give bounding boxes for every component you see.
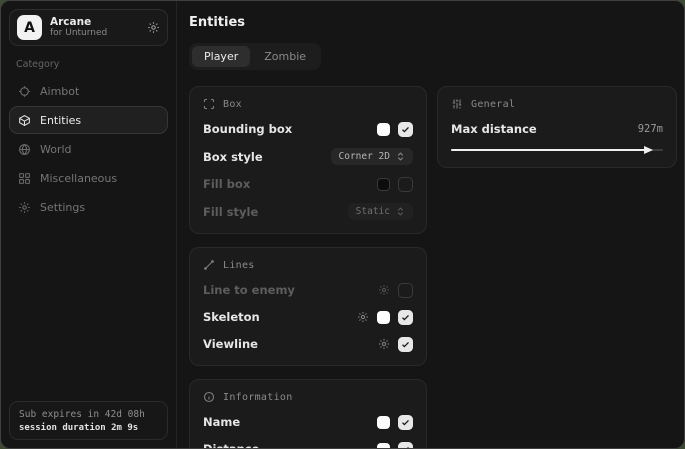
sidebar-item-label: Entities [40, 114, 81, 127]
sidebar-item-aimbot[interactable]: Aimbot [9, 77, 168, 105]
color-swatch[interactable] [377, 123, 390, 136]
gear-icon[interactable] [378, 338, 390, 350]
subscription-card: Sub expires in 42d 08h session duration … [9, 401, 168, 440]
line-to-enemy-checkbox[interactable] [398, 283, 413, 298]
section-title-lines: Lines [223, 260, 255, 271]
viewline-checkbox[interactable] [398, 337, 413, 352]
box-section-card: Box Bounding box Box style [189, 86, 427, 234]
max-distance-value: 927m [638, 123, 663, 135]
app-name: Arcane [50, 16, 139, 28]
fill-box-checkbox[interactable] [398, 177, 413, 192]
row-box-style: Box style Corner 2D [203, 148, 413, 165]
app-header-card: A Arcane for Unturned [9, 9, 168, 46]
box-style-dropdown[interactable]: Corner 2D [331, 148, 413, 165]
sidebar-item-label: Miscellaneous [40, 172, 117, 185]
lines-section-card: Lines Line to enemy Skeleton [189, 247, 427, 366]
sidebar-item-label: World [40, 143, 72, 156]
app-subtitle: for Unturned [50, 28, 139, 38]
bounding-box-checkbox[interactable] [398, 122, 413, 137]
sidebar-item-world[interactable]: World [9, 135, 168, 163]
info-icon [203, 391, 215, 403]
chevron-up-down-icon [396, 207, 405, 216]
session-duration-text: session duration 2m 9s [19, 423, 158, 433]
color-swatch[interactable] [377, 311, 390, 324]
main-panel: Entities Player Zombie Box [177, 1, 685, 448]
diagonal-line-icon [203, 259, 215, 271]
sidebar-item-label: Aimbot [40, 85, 79, 98]
sidebar: A Arcane for Unturned Category A [1, 1, 177, 448]
color-swatch[interactable] [377, 443, 390, 449]
gear-icon[interactable] [147, 21, 160, 34]
tab-player[interactable]: Player [192, 46, 250, 67]
cube-icon [18, 114, 31, 127]
section-title-information: Information [223, 392, 293, 403]
crosshair-icon [18, 85, 31, 98]
color-swatch[interactable] [377, 416, 390, 429]
sliders-icon [451, 98, 463, 110]
name-checkbox[interactable] [398, 415, 413, 430]
row-skeleton: Skeleton [203, 309, 413, 325]
slider-thumb[interactable] [644, 146, 653, 154]
row-fill-style: Fill style Static [203, 203, 413, 220]
distance-checkbox[interactable] [398, 442, 413, 449]
page-title: Entities [189, 15, 677, 30]
row-fill-box: Fill box [203, 176, 413, 192]
section-title-general: General [471, 99, 515, 110]
app-logo: A [17, 15, 42, 40]
color-swatch[interactable] [377, 178, 390, 191]
globe-icon [18, 143, 31, 156]
section-title-box: Box [223, 99, 242, 110]
sidebar-nav: Aimbot Entities World [9, 77, 168, 221]
general-section-card: General Max distance 927m [437, 86, 677, 168]
max-distance-slider[interactable] [451, 146, 663, 154]
row-line-to-enemy: Line to enemy [203, 282, 413, 298]
sidebar-item-label: Settings [40, 201, 85, 214]
sub-expiry-text: Sub expires in 42d 08h [19, 409, 158, 420]
entity-tabs: Player Zombie [189, 43, 321, 70]
information-section-card: Information Name Distance [189, 379, 427, 449]
grid-icon [18, 172, 31, 185]
sidebar-item-entities[interactable]: Entities [9, 106, 168, 134]
row-bounding-box: Bounding box [203, 121, 413, 137]
sidebar-item-miscellaneous[interactable]: Miscellaneous [9, 164, 168, 192]
skeleton-checkbox[interactable] [398, 310, 413, 325]
gear-icon [18, 201, 31, 214]
row-viewline: Viewline [203, 336, 413, 352]
row-distance: Distance [203, 441, 413, 449]
gear-icon[interactable] [378, 284, 390, 296]
gear-icon[interactable] [357, 311, 369, 323]
row-max-distance: Max distance 927m [451, 121, 663, 137]
tab-zombie[interactable]: Zombie [252, 46, 318, 67]
row-name: Name [203, 414, 413, 430]
fill-style-dropdown[interactable]: Static [348, 203, 413, 220]
arcane-window: A Arcane for Unturned Category A [0, 0, 685, 449]
category-label: Category [16, 59, 161, 70]
chevron-up-down-icon [396, 152, 405, 161]
bounding-box-icon [203, 98, 215, 110]
sidebar-item-settings[interactable]: Settings [9, 193, 168, 221]
